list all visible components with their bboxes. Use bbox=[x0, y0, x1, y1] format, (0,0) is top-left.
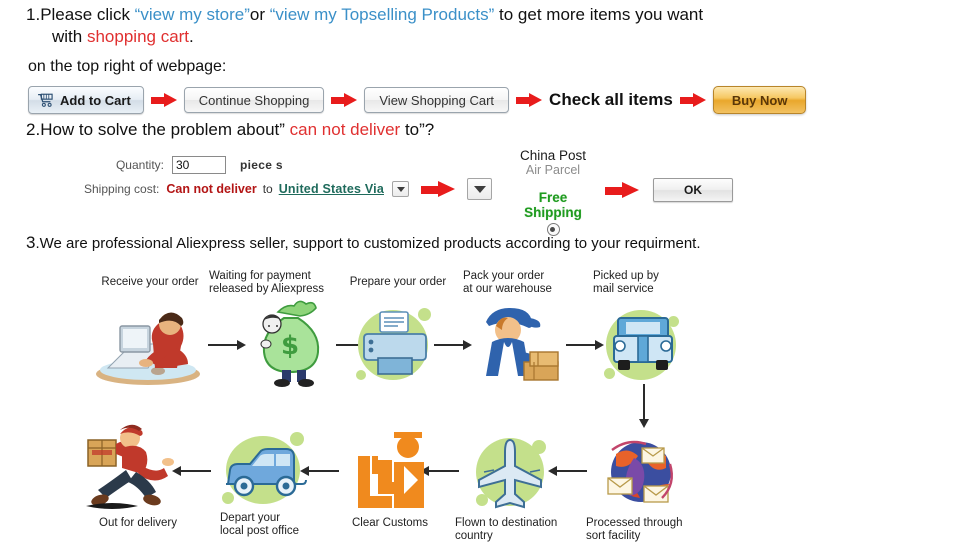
mail-truck-icon bbox=[600, 302, 686, 388]
flow-label-depart-post: Depart your local post office bbox=[220, 512, 300, 537]
flow-arrow-5 bbox=[548, 466, 588, 476]
red-arrow-icon-5 bbox=[421, 180, 455, 198]
checkout-steps-button-row: Add to Cart Continue Shopping View Shopp… bbox=[28, 84, 807, 116]
carrier-line-1: China Post bbox=[519, 148, 587, 163]
continue-shopping-button[interactable]: Continue Shopping bbox=[183, 87, 325, 113]
chevron-down-icon-large bbox=[473, 185, 486, 193]
flow-label-out-for-delivery: Out for delivery bbox=[99, 517, 177, 529]
flow-label-pack-order: Pack your order at our warehouse bbox=[463, 270, 552, 295]
ok-button[interactable]: OK bbox=[653, 178, 733, 202]
carrier-name: China Post Air Parcel bbox=[508, 148, 598, 177]
shipping-country-link[interactable]: United States Via bbox=[279, 182, 384, 196]
view-shopping-cart-label: View Shopping Cart bbox=[379, 92, 495, 108]
running-courier-icon bbox=[82, 420, 180, 512]
shopping-cart-highlight: shopping cart bbox=[86, 27, 190, 46]
shipping-method-dropdown-button[interactable] bbox=[467, 178, 492, 200]
flow-arrow-3 bbox=[434, 340, 473, 350]
free-shipping-line-1: Free bbox=[538, 190, 568, 205]
instruction-text-before: Please click bbox=[40, 5, 135, 24]
red-arrow-icon-1 bbox=[150, 93, 177, 107]
view-topselling-products-link[interactable]: “view my Topselling Products” bbox=[270, 5, 495, 24]
quantity-input[interactable] bbox=[172, 156, 226, 174]
globe-envelopes-icon bbox=[600, 434, 682, 512]
worker-with-boxes-icon bbox=[472, 300, 568, 388]
order-process-flowchart: Receive your order Waiting for payment re… bbox=[0, 262, 958, 545]
view-shopping-cart-button[interactable]: View Shopping Cart bbox=[364, 87, 510, 113]
flow-label-picked-up: Picked up by mail service bbox=[593, 270, 659, 295]
flow-label-prepare-order: Prepare your order bbox=[349, 276, 447, 288]
instruction-line2-suffix: . bbox=[189, 27, 194, 46]
red-arrow-icon-3 bbox=[516, 93, 543, 107]
instruction-line-3: on the top right of webpage: bbox=[28, 58, 227, 75]
check-all-items-text: Check all items bbox=[549, 90, 673, 109]
red-arrow-icon-4 bbox=[679, 93, 706, 107]
customs-officer-icon bbox=[348, 430, 432, 514]
instruction-line-1: 1.Please click “view my store”or “view m… bbox=[26, 4, 926, 26]
buy-now-button[interactable]: Buy Now bbox=[712, 86, 807, 114]
add-to-cart-label: Add to Cart bbox=[60, 92, 131, 108]
chevron-down-icon bbox=[396, 186, 405, 192]
ok-button-label: OK bbox=[684, 183, 702, 197]
airplane-icon bbox=[470, 434, 554, 514]
country-dropdown-button[interactable] bbox=[392, 181, 409, 197]
add-to-cart-button[interactable]: Add to Cart bbox=[28, 86, 144, 114]
section-3-heading: 3.We are professional Aliexpress seller,… bbox=[26, 233, 701, 253]
delivery-van-icon bbox=[212, 430, 316, 514]
shopping-cart-icon bbox=[37, 93, 54, 107]
shipping-status-text: Can not deliver bbox=[166, 182, 257, 196]
flow-label-clear-customs: Clear Customs bbox=[351, 517, 429, 529]
shipping-cost-label: Shipping cost: bbox=[84, 182, 160, 196]
section-2-heading: 2.How to solve the problem about” can no… bbox=[26, 120, 434, 140]
carrier-line-2: Air Parcel bbox=[525, 163, 581, 177]
step-1-number: 1. bbox=[26, 5, 41, 24]
quantity-label: Quantity: bbox=[115, 158, 164, 172]
instruction-text-after: to get more items you want bbox=[494, 5, 704, 24]
shipping-cost-row: Shipping cost: Can not deliver to United… bbox=[84, 178, 492, 200]
flow-label-waiting-payment: Waiting for payment released by Aliexpres… bbox=[209, 270, 325, 295]
money-bag-icon: $ bbox=[248, 300, 338, 388]
can-not-deliver-highlight: can not deliver bbox=[289, 120, 401, 139]
flow-arrow-vertical bbox=[639, 384, 649, 430]
flow-arrow-1 bbox=[208, 340, 247, 350]
free-shipping-option[interactable]: Free Shipping bbox=[508, 190, 598, 236]
red-arrow-icon-2 bbox=[331, 93, 358, 107]
shipping-to-word: to bbox=[262, 182, 273, 196]
buy-now-label: Buy Now bbox=[731, 92, 788, 108]
printer-icon bbox=[352, 302, 438, 388]
view-my-store-link[interactable]: “view my store” bbox=[135, 5, 250, 24]
svg-text:$: $ bbox=[281, 331, 299, 361]
instruction-line-2: with shopping cart. bbox=[52, 26, 552, 48]
section-2-heading-before: How to solve the problem about” bbox=[40, 120, 290, 139]
instruction-line2-prefix: with bbox=[52, 27, 87, 46]
continue-shopping-label: Continue Shopping bbox=[198, 92, 310, 108]
section-2-heading-after: to”? bbox=[400, 120, 435, 139]
ok-confirm-area: OK bbox=[598, 178, 733, 202]
step-2-number: 2. bbox=[26, 120, 41, 139]
quantity-row: Quantity: piece s bbox=[106, 156, 283, 174]
flow-label-sort-facility: Processed through sort facility bbox=[586, 517, 683, 542]
red-arrow-icon-6 bbox=[605, 181, 639, 199]
flow-label-receive-order: Receive your order bbox=[101, 276, 199, 288]
free-shipping-line-2: Shipping bbox=[524, 205, 582, 220]
person-at-computer-icon bbox=[86, 304, 204, 386]
section-3-heading-text: .We are professional Aliexpress seller, … bbox=[35, 235, 701, 252]
quantity-unit-label: piece s bbox=[240, 158, 283, 172]
flow-label-flown-destination: Flown to destination country bbox=[455, 517, 558, 542]
instruction-text-mid: or bbox=[249, 5, 270, 24]
